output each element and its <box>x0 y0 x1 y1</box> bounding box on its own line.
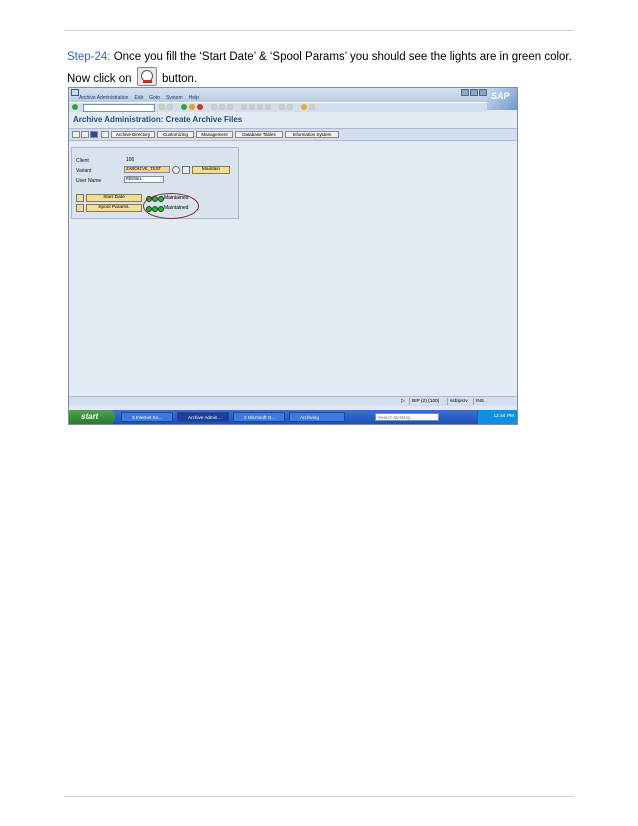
bottom-rule <box>64 796 574 797</box>
next-page-icon[interactable] <box>257 104 263 110</box>
menu-edit[interactable]: Edit <box>134 95 143 101</box>
job-icon[interactable] <box>101 131 109 138</box>
execute-clock-icon <box>136 67 157 86</box>
step-instruction: Step-24: Once you fill the ‘Start Date’ … <box>67 48 577 89</box>
info-icon[interactable] <box>90 131 98 138</box>
command-field[interactable] <box>83 104 155 112</box>
client-label: Client <box>76 158 89 164</box>
back-icon[interactable] <box>181 104 187 110</box>
menu-help[interactable]: Help <box>189 95 199 101</box>
standard-toolbar <box>69 102 487 112</box>
top-rule <box>64 30 574 31</box>
minimize-icon[interactable] <box>461 89 469 96</box>
first-page-icon[interactable] <box>241 104 247 110</box>
last-page-icon[interactable] <box>265 104 271 110</box>
previous-page-icon[interactable] <box>249 104 255 110</box>
close-icon[interactable] <box>479 89 487 96</box>
save-icon[interactable] <box>159 104 165 110</box>
task-internet-explorer[interactable]: 3 Internet Ex... <box>121 412 173 422</box>
start-date-button[interactable]: Start Date <box>86 194 142 202</box>
start-button[interactable]: start <box>69 410 115 424</box>
execute-icon[interactable] <box>72 131 80 138</box>
start-date-icon[interactable] <box>76 194 84 202</box>
status-bar: ▷ BIP (2) (100) ssbipsrv INS <box>69 396 517 406</box>
sap-screenshot: Archive Administration Edit Goto System … <box>68 87 518 425</box>
maximize-icon[interactable] <box>470 89 478 96</box>
layout-icon[interactable] <box>309 104 315 110</box>
status-system: BIP (2) (100) <box>409 398 441 405</box>
username-field: REENUL <box>124 176 164 183</box>
client-value: 100 <box>126 157 135 163</box>
step-text-after: button. <box>161 73 198 85</box>
windows-taskbar: start 3 Internet Ex... Archive Admin... … <box>69 410 517 424</box>
variant-field[interactable]: ZARCHIVE_TEST <box>124 166 170 173</box>
spool-params-icon[interactable] <box>76 204 84 212</box>
variant-icon[interactable] <box>81 131 89 138</box>
display-variant-icon[interactable] <box>172 166 180 174</box>
highlight-ellipse <box>143 193 199 219</box>
management-button[interactable]: Management <box>196 131 233 138</box>
shortcut-icon[interactable] <box>287 104 293 110</box>
information-system-button[interactable]: Information System <box>285 131 339 138</box>
sap-menubar: Archive Administration Edit Goto System … <box>69 88 517 102</box>
page-title: Archive Administration: Create Archive F… <box>73 115 243 124</box>
menu-archive-administration[interactable]: Archive Administration <box>79 95 128 101</box>
status-server: ssbipsrv <box>447 398 470 405</box>
new-session-icon[interactable] <box>279 104 285 110</box>
enter-icon[interactable] <box>72 104 78 110</box>
maintain-button[interactable]: Maintain <box>192 166 230 174</box>
print-icon[interactable] <box>211 104 217 110</box>
find-next-icon[interactable] <box>227 104 233 110</box>
desktop-search-input[interactable]: Search Desktop <box>375 413 439 421</box>
status-arrow-icon[interactable]: ▷ <box>399 398 407 405</box>
help-icon[interactable] <box>301 104 307 110</box>
step-label: Step-24: <box>67 51 111 63</box>
variant-label: Variant <box>76 168 92 174</box>
status-mode: INS <box>473 398 486 405</box>
sap-logo: SAP <box>487 88 517 110</box>
system-tray-clock: 12:44 PM <box>477 410 517 424</box>
menu-system[interactable]: System <box>166 95 183 101</box>
task-archiving[interactable]: Archiving <box>289 412 345 422</box>
menu-goto[interactable]: Goto <box>149 95 160 101</box>
database-tables-button[interactable]: Database Tables <box>235 131 283 138</box>
history-icon[interactable] <box>167 104 173 110</box>
task-microsoft-office[interactable]: 2 Microsoft O... <box>233 412 285 422</box>
cancel-icon[interactable] <box>197 104 203 110</box>
edit-variant-icon[interactable] <box>182 166 190 174</box>
customizing-button[interactable]: Customizing <box>157 131 194 138</box>
archive-directory-button[interactable]: Archive Directory <box>111 131 155 138</box>
username-label: User Name <box>76 178 102 184</box>
system-menu-icon[interactable] <box>71 89 79 96</box>
find-icon[interactable] <box>219 104 225 110</box>
spool-params-button[interactable]: Spool Params. <box>86 204 142 212</box>
application-toolbar: Archive Directory Customizing Management… <box>69 128 517 141</box>
task-archive-admin[interactable]: Archive Admin... <box>177 412 229 422</box>
exit-icon[interactable] <box>189 104 195 110</box>
